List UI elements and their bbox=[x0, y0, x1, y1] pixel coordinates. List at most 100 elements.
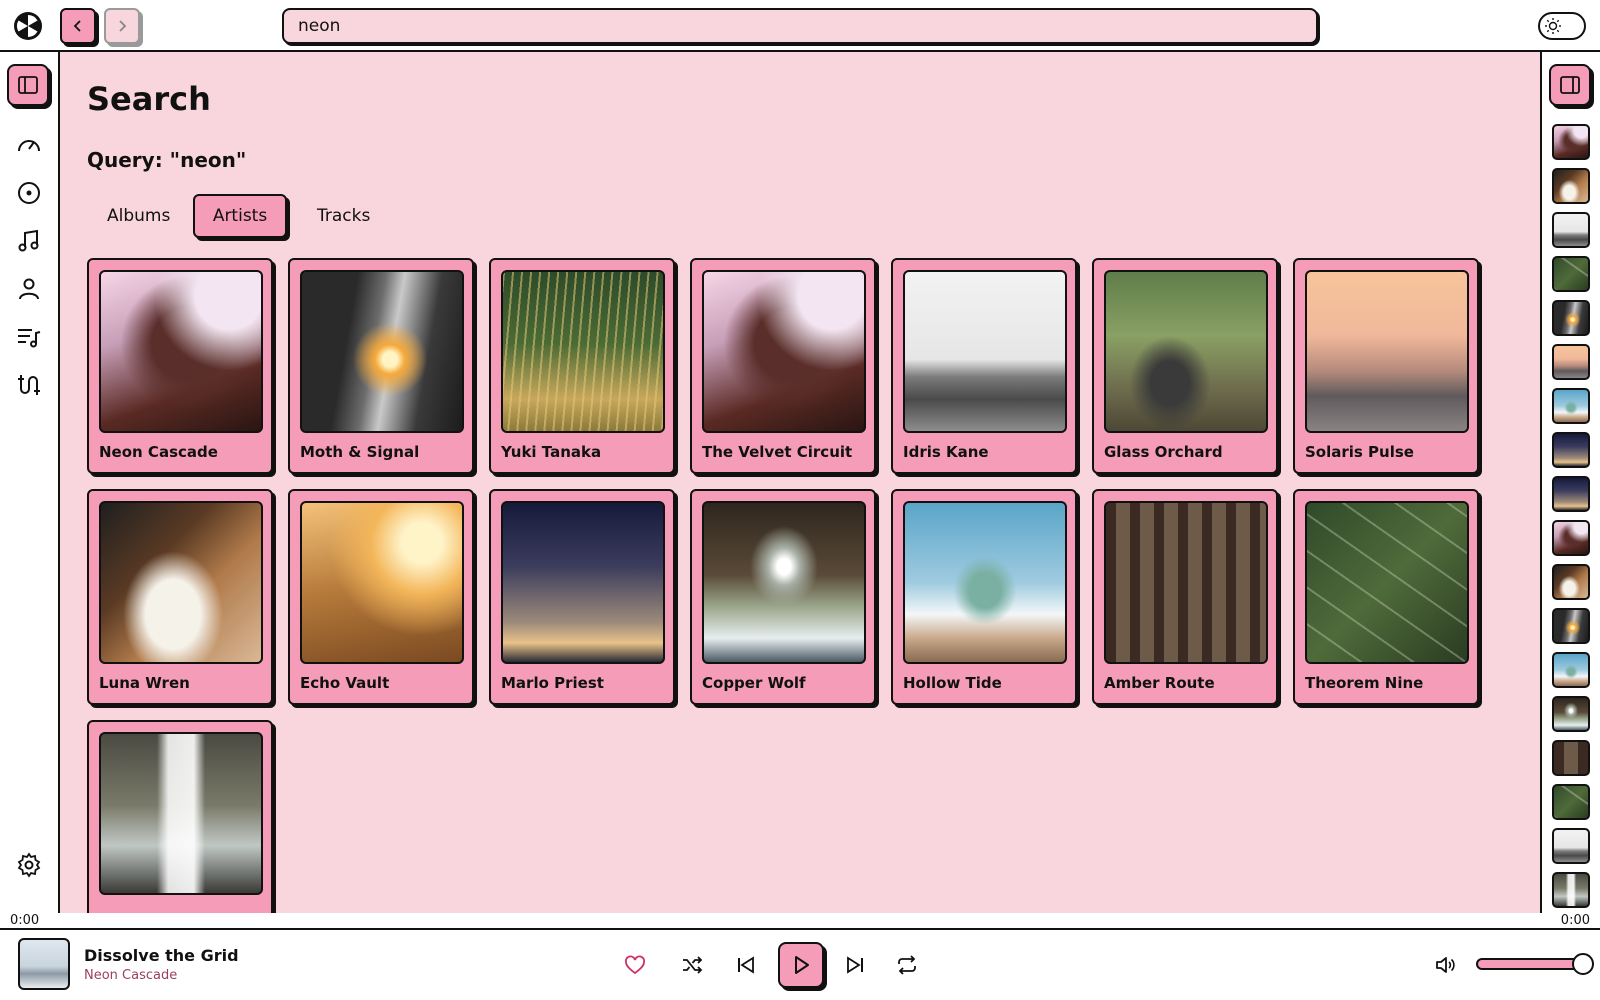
artist-artwork bbox=[702, 501, 866, 664]
tab-albums[interactable]: Albums bbox=[87, 194, 190, 238]
artist-card[interactable]: Idris Kane bbox=[891, 258, 1077, 474]
volume-icon bbox=[1434, 954, 1456, 976]
sidebar-item-artists[interactable] bbox=[14, 274, 44, 304]
artist-artwork bbox=[99, 501, 263, 664]
volume-slider[interactable] bbox=[1476, 958, 1582, 970]
artist-card[interactable] bbox=[87, 720, 273, 913]
artist-artwork bbox=[1104, 270, 1268, 433]
sidebar-right-icon bbox=[1559, 74, 1581, 96]
sidebar-item-dashboard[interactable] bbox=[14, 130, 44, 160]
next-button[interactable] bbox=[840, 950, 870, 980]
toggle-left-panel-button[interactable] bbox=[7, 64, 49, 106]
volume-button[interactable] bbox=[1430, 950, 1460, 980]
sidebar-item-connections[interactable] bbox=[14, 370, 44, 400]
search-input[interactable] bbox=[282, 8, 1318, 44]
time-total: 0:00 bbox=[1560, 913, 1590, 928]
queue-item[interactable] bbox=[1552, 300, 1590, 336]
artist-name: Solaris Pulse bbox=[1305, 443, 1414, 461]
player-bar: Dissolve the Grid Neon Cascade bbox=[0, 930, 1600, 1000]
queue-item[interactable] bbox=[1552, 432, 1590, 468]
shuffle-button[interactable] bbox=[677, 950, 707, 980]
now-playing-artist[interactable]: Neon Cascade bbox=[84, 968, 177, 983]
queue-item[interactable] bbox=[1552, 168, 1590, 204]
artist-card[interactable]: Marlo Priest bbox=[489, 489, 675, 705]
tab-tracks[interactable]: Tracks bbox=[297, 194, 390, 238]
artist-artwork bbox=[1305, 501, 1469, 664]
back-button[interactable] bbox=[60, 8, 96, 44]
queue-item[interactable] bbox=[1552, 608, 1590, 644]
volume-slider-handle[interactable] bbox=[1572, 953, 1594, 975]
top-bar bbox=[0, 0, 1600, 52]
previous-button[interactable] bbox=[731, 950, 761, 980]
artist-artwork bbox=[501, 270, 665, 433]
artist-name: Amber Route bbox=[1104, 674, 1215, 692]
sidebar-item-tracks[interactable] bbox=[14, 226, 44, 256]
artist-card[interactable]: Solaris Pulse bbox=[1293, 258, 1479, 474]
theme-toggle[interactable] bbox=[1538, 12, 1586, 40]
artist-artwork bbox=[99, 732, 263, 895]
artist-name: Hollow Tide bbox=[903, 674, 1002, 692]
queue-item[interactable] bbox=[1552, 828, 1590, 864]
chevron-left-icon bbox=[71, 19, 85, 33]
artist-artwork bbox=[903, 270, 1067, 433]
sidebar-left-icon bbox=[17, 74, 39, 96]
queue-item[interactable] bbox=[1552, 476, 1590, 512]
left-sidebar bbox=[0, 52, 60, 913]
queue-item[interactable] bbox=[1552, 784, 1590, 820]
artist-card[interactable]: Hollow Tide bbox=[891, 489, 1077, 705]
shuffle-icon bbox=[681, 954, 703, 976]
like-button[interactable] bbox=[620, 950, 650, 980]
artist-card[interactable]: Yuki Tanaka bbox=[489, 258, 675, 474]
artist-artwork bbox=[300, 270, 464, 433]
queue-item[interactable] bbox=[1552, 212, 1590, 248]
repeat-button[interactable] bbox=[892, 950, 922, 980]
artist-artwork bbox=[903, 501, 1067, 664]
tab-artists[interactable]: Artists bbox=[193, 194, 287, 238]
artist-name: Copper Wolf bbox=[702, 674, 806, 692]
right-sidebar bbox=[1540, 52, 1600, 913]
music-note-icon bbox=[16, 228, 42, 254]
artist-name: Idris Kane bbox=[903, 443, 989, 461]
skip-back-icon bbox=[735, 954, 757, 976]
artist-card[interactable]: Theorem Nine bbox=[1293, 489, 1479, 705]
sidebar-item-albums[interactable] bbox=[14, 178, 44, 208]
artist-card[interactable]: The Velvet Circuit bbox=[690, 258, 876, 474]
queue-item[interactable] bbox=[1552, 740, 1590, 776]
toggle-right-panel-button[interactable] bbox=[1549, 64, 1591, 106]
artist-name: Marlo Priest bbox=[501, 674, 604, 692]
queue-item[interactable] bbox=[1552, 564, 1590, 600]
queue-item[interactable] bbox=[1552, 872, 1590, 908]
queue-item[interactable] bbox=[1552, 696, 1590, 732]
artist-card[interactable]: Neon Cascade bbox=[87, 258, 273, 474]
artist-name: Echo Vault bbox=[300, 674, 390, 692]
sidebar-item-playlists[interactable] bbox=[14, 322, 44, 352]
sidebar-item-settings[interactable] bbox=[14, 850, 44, 880]
queue-item[interactable] bbox=[1552, 388, 1590, 424]
artist-artwork bbox=[300, 501, 464, 664]
time-elapsed: 0:00 bbox=[10, 913, 40, 928]
artist-name: Neon Cascade bbox=[99, 443, 218, 461]
artist-card[interactable]: Echo Vault bbox=[288, 489, 474, 705]
queue-item[interactable] bbox=[1552, 124, 1590, 160]
artist-artwork bbox=[702, 270, 866, 433]
play-button[interactable] bbox=[778, 942, 824, 988]
queue-item[interactable] bbox=[1552, 520, 1590, 556]
artist-artwork bbox=[99, 270, 263, 433]
artist-card[interactable]: Glass Orchard bbox=[1092, 258, 1278, 474]
artist-card[interactable]: Luna Wren bbox=[87, 489, 273, 705]
queue-item[interactable] bbox=[1552, 256, 1590, 292]
artist-name: The Velvet Circuit bbox=[702, 443, 853, 461]
artist-card[interactable]: Amber Route bbox=[1092, 489, 1278, 705]
artist-name: Glass Orchard bbox=[1104, 443, 1223, 461]
queue-item[interactable] bbox=[1552, 652, 1590, 688]
queue-item[interactable] bbox=[1552, 344, 1590, 380]
page-title: Search bbox=[87, 80, 211, 118]
artist-card[interactable]: Moth & Signal bbox=[288, 258, 474, 474]
skip-forward-icon bbox=[844, 954, 866, 976]
play-icon bbox=[790, 954, 812, 976]
artist-name: Moth & Signal bbox=[300, 443, 420, 461]
now-playing-title[interactable]: Dissolve the Grid bbox=[84, 946, 239, 965]
tracks-icon bbox=[16, 372, 42, 398]
artist-card[interactable]: Copper Wolf bbox=[690, 489, 876, 705]
forward-button[interactable] bbox=[104, 8, 140, 44]
